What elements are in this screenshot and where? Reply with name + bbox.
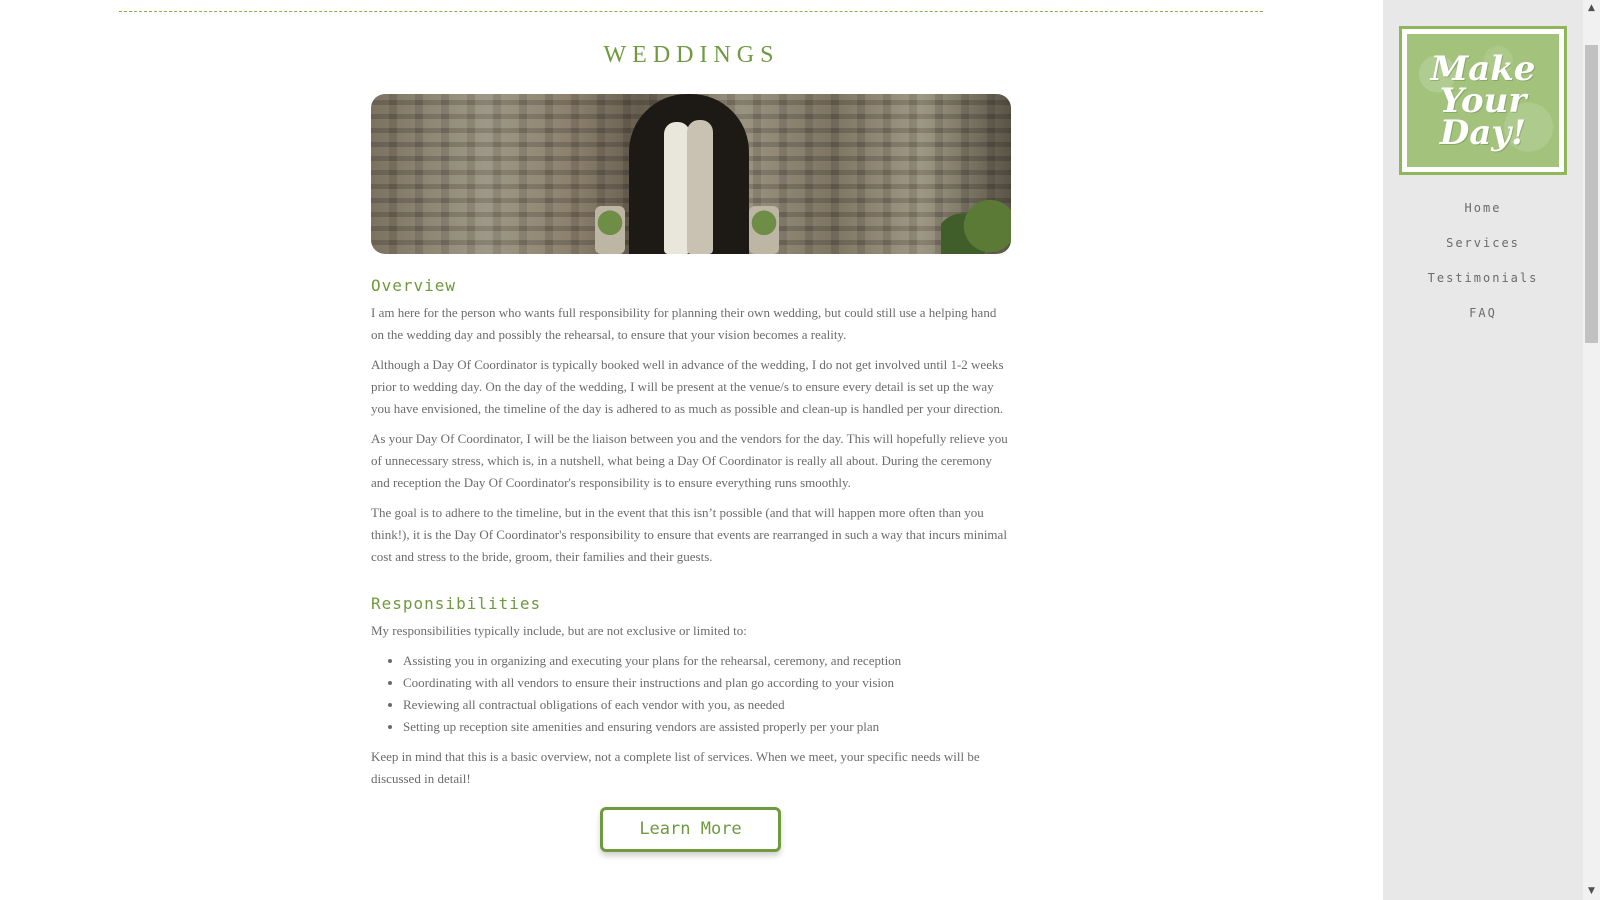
site-logo[interactable]: Make Your Day!	[1399, 26, 1567, 175]
main-navigation: Home Services Testimonials FAQ	[1383, 196, 1583, 336]
logo-text-line: Make	[1430, 48, 1536, 89]
overview-heading: Overview	[371, 276, 457, 295]
scroll-up-arrow-icon[interactable]: ▲	[1583, 0, 1600, 17]
article-body: Overview I am here for the person who wa…	[371, 274, 1011, 798]
logo-emblem: Make Your Day!	[1407, 34, 1559, 167]
nav-item-testimonials[interactable]: Testimonials	[1383, 266, 1583, 301]
sidebar: Make Your Day! Home Services Testimonial…	[1383, 0, 1583, 900]
list-item: Setting up reception site amenities and …	[403, 716, 1011, 738]
overview-paragraph: Although a Day Of Coordinator is typical…	[371, 357, 1004, 416]
page-title: WEDDINGS	[603, 42, 780, 68]
list-item: Coordinating with all vendors to ensure …	[403, 672, 1011, 694]
scrollbar-thumb[interactable]	[1585, 45, 1598, 343]
scroll-down-arrow-icon[interactable]: ▼	[1583, 883, 1600, 900]
overview-paragraph: The goal is to adhere to the timeline, b…	[371, 505, 1007, 564]
logo-text-line: Day!	[1439, 112, 1527, 153]
hero-wedding-photo	[371, 94, 1011, 254]
groom-figure	[687, 120, 713, 254]
main-content-area: WEDDINGS Overview I am here for the pers…	[0, 0, 1383, 900]
app-root: WEDDINGS Overview I am here for the pers…	[0, 0, 1600, 900]
responsibilities-list: Assisting you in organizing and executin…	[371, 650, 1011, 738]
responsibilities-heading: Responsibilities	[371, 594, 542, 613]
vertical-scrollbar[interactable]: ▲ ▼	[1583, 0, 1600, 900]
foliage-bush	[941, 184, 1011, 254]
overview-paragraph: As your Day Of Coordinator, I will be th…	[371, 431, 1008, 490]
nav-item-faq[interactable]: FAQ	[1383, 301, 1583, 336]
learn-more-button[interactable]: Learn More	[600, 807, 781, 852]
logo-text-line: Your	[1439, 80, 1527, 121]
overview-paragraph: I am here for the person who wants full …	[371, 305, 997, 342]
nav-item-services[interactable]: Services	[1383, 231, 1583, 266]
list-item: Reviewing all contractual obligations of…	[403, 694, 1011, 716]
top-dashed-divider	[119, 11, 1263, 12]
list-item: Assisting you in organizing and executin…	[403, 650, 1011, 672]
planter-left	[595, 206, 625, 254]
nav-item-home[interactable]: Home	[1383, 196, 1583, 231]
responsibilities-closing: Keep in mind that this is a basic overvi…	[371, 749, 980, 786]
planter-right	[749, 206, 779, 254]
responsibilities-intro: My responsibilities typically include, b…	[371, 623, 747, 638]
